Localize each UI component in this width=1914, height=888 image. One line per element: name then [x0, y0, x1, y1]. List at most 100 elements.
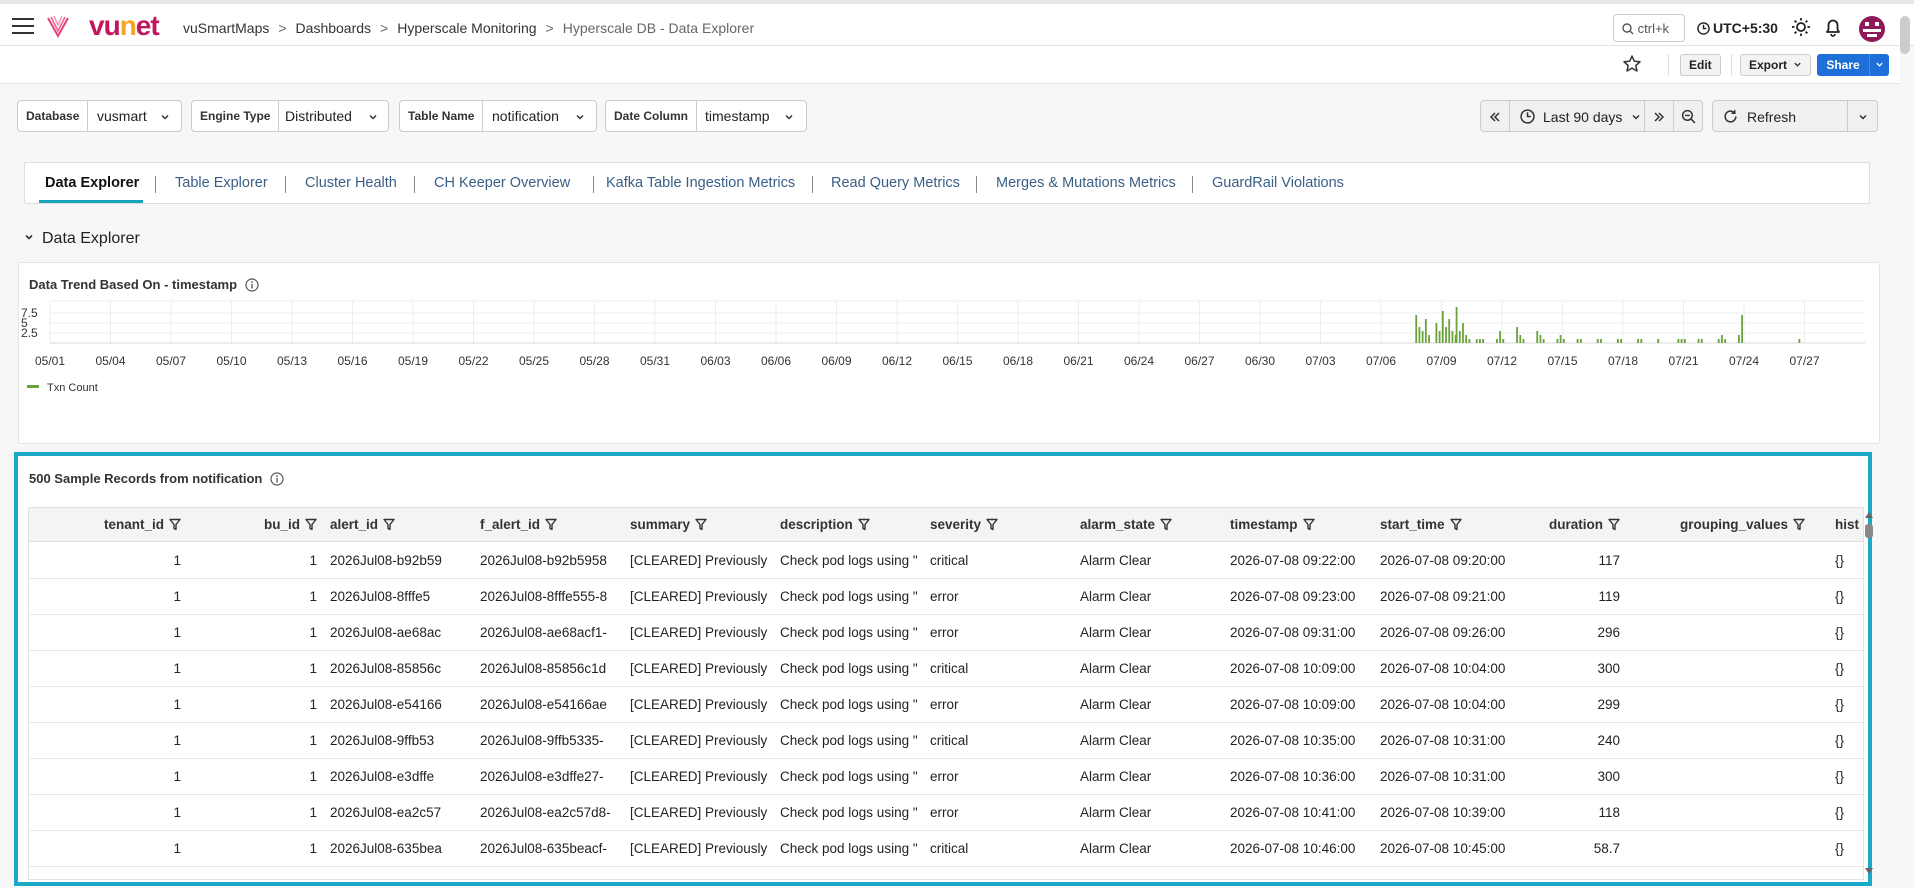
- tab-kafka-table-ingestion-metrics[interactable]: Kafka Table Ingestion Metrics: [606, 175, 795, 191]
- export-button[interactable]: Export: [1740, 54, 1812, 76]
- column-header-grouping-values[interactable]: grouping_values: [1680, 508, 1805, 542]
- bar: [1657, 339, 1660, 343]
- x-tick-label: 05/25: [519, 354, 549, 368]
- zoom-out-button[interactable]: [1673, 100, 1703, 132]
- vunet-logo[interactable]: vunet: [89, 10, 160, 42]
- time-shift-back-button[interactable]: [1480, 100, 1510, 132]
- cell-grouping-values: [1680, 687, 1828, 723]
- column-header-tenant-id[interactable]: tenant_id: [55, 508, 181, 542]
- table-header-row: tenant_id bu_id alert_id f_alert_id summary d…: [29, 508, 1863, 542]
- tab-ch-keeper-overview[interactable]: CH Keeper Overview: [434, 175, 570, 191]
- table-row[interactable]: 1 1 2026Jul08-85856c 2026Jul08-85856c1d [CLE…: [29, 651, 1863, 687]
- table-row[interactable]: 1 1 2026Jul08-ae68ac 2026Jul08-ae68acf1- [CL…: [29, 615, 1863, 651]
- time-shift-forward-button[interactable]: [1644, 100, 1674, 132]
- column-header-alert-id[interactable]: alert_id: [330, 508, 395, 542]
- table-scrollbar[interactable]: [1864, 508, 1874, 880]
- filter-icon[interactable]: [1793, 518, 1805, 531]
- tab-table-explorer[interactable]: Table Explorer: [175, 175, 268, 191]
- info-icon[interactable]: [270, 472, 284, 486]
- filter-icon[interactable]: [1160, 518, 1172, 531]
- column-header-severity[interactable]: severity: [930, 508, 998, 542]
- cell-bu-id: 1: [309, 697, 317, 712]
- favorite-star-icon[interactable]: [1622, 54, 1642, 74]
- table-row[interactable]: 11 2026Jul08-216f6b 2026Jul08-216f6b6f [CLE…: [29, 867, 1863, 879]
- filter-icon[interactable]: [986, 518, 998, 531]
- share-button[interactable]: Share: [1817, 54, 1889, 76]
- table-row[interactable]: 1 1 2026Jul08-e3dffe 2026Jul08-e3dffe27- [CL…: [29, 759, 1863, 795]
- tab-divider: [1192, 176, 1193, 193]
- tab-read-query-metrics[interactable]: Read Query Metrics: [831, 175, 960, 191]
- theme-toggle-icon[interactable]: [1791, 17, 1811, 37]
- table-row[interactable]: 1 1 2026Jul08-e54166 2026Jul08-e54166ae [CLE…: [29, 687, 1863, 723]
- tab-merges-mutations-metrics[interactable]: Merges & Mutations Metrics: [996, 175, 1176, 191]
- edit-button[interactable]: Edit: [1680, 54, 1721, 76]
- cell-grouping-values: [1680, 795, 1828, 831]
- column-header-description[interactable]: description: [780, 508, 870, 542]
- bar: [1697, 339, 1700, 343]
- bar: [1462, 323, 1464, 343]
- breadcrumb-dashboards[interactable]: Dashboards: [296, 20, 372, 36]
- column-header-hist[interactable]: hist: [1835, 508, 1859, 542]
- engine-type-filter[interactable]: Engine Type Distributed: [191, 100, 389, 132]
- tab-guardrail-violations[interactable]: GuardRail Violations: [1212, 175, 1344, 191]
- time-range-picker[interactable]: Last 90 days: [1509, 100, 1645, 132]
- refresh-interval-dropdown[interactable]: [1847, 100, 1878, 132]
- tab-data-explorer[interactable]: Data Explorer: [45, 175, 139, 191]
- filter-icon[interactable]: [169, 518, 181, 531]
- table-row[interactable]: 1 1 2026Jul08-ea2c57 2026Jul08-ea2c57d8- [CL…: [29, 795, 1863, 831]
- notifications-bell-icon[interactable]: [1823, 17, 1843, 37]
- column-header-start-time[interactable]: start_time: [1380, 508, 1462, 542]
- cell-alarm-state: Alarm Clear: [1080, 733, 1152, 748]
- x-tick-label: 06/03: [700, 354, 730, 368]
- tab-cluster-health[interactable]: Cluster Health: [305, 175, 397, 191]
- filter-icon[interactable]: [383, 518, 395, 531]
- breadcrumb-current: Hyperscale DB - Data Explorer: [562, 20, 755, 36]
- x-tick-label: 05/10: [216, 354, 246, 368]
- filter-icon[interactable]: [305, 518, 317, 531]
- cell-timestamp: 2026-07-08 09:23:00: [1230, 589, 1356, 604]
- filter-icon[interactable]: [545, 518, 557, 531]
- breadcrumb-hyperscale-monitoring[interactable]: Hyperscale Monitoring: [397, 20, 536, 36]
- filter-icon[interactable]: [695, 518, 707, 531]
- share-dropdown-toggle[interactable]: [1869, 54, 1889, 76]
- cell-summary: [CLEARED] Previously: [630, 841, 768, 856]
- cell-tenant-id: 1: [173, 553, 181, 568]
- cell-timestamp: 2026-07-08 10:41:00: [1230, 805, 1356, 820]
- cell-duration: 296: [1597, 625, 1620, 640]
- database-filter[interactable]: Database vusmart: [17, 100, 182, 132]
- column-header-f-alert-id[interactable]: f_alert_id: [480, 508, 557, 542]
- cell-bu-id: 1: [309, 661, 317, 676]
- filter-icon[interactable]: [858, 518, 870, 531]
- table-row[interactable]: 1 1 2026Jul08-b92b59 2026Jul08-b92b5958 [CLE…: [29, 543, 1863, 579]
- section-header[interactable]: Data Explorer: [24, 230, 140, 248]
- filter-icon[interactable]: [1449, 518, 1462, 531]
- user-avatar[interactable]: [1859, 16, 1885, 42]
- x-tick-label: 05/28: [579, 354, 609, 368]
- date-column-filter[interactable]: Date Column timestamp: [605, 100, 807, 132]
- table-row[interactable]: 1 1 2026Jul08-8fffe5 2026Jul08-8fffe555-8 [C…: [29, 579, 1863, 615]
- column-header-bu-id[interactable]: bu_id: [189, 508, 317, 542]
- chevron-down-icon: [1859, 114, 1867, 120]
- cell-alarm-state: Alarm Clear: [1080, 841, 1152, 856]
- column-header-summary[interactable]: summary: [630, 508, 707, 542]
- timezone-selector[interactable]: UTC+5:30: [1697, 20, 1778, 36]
- cell-f-alert-id: 2026Jul08-ea2c57d8-: [480, 805, 611, 820]
- breadcrumb-vusmartmaps[interactable]: vuSmartMaps: [183, 20, 269, 36]
- time-range-label: Last 90 days: [1543, 109, 1623, 125]
- export-label: Export: [1749, 58, 1788, 72]
- cell-alert-id: 2026Jul08-e3dffe: [330, 769, 435, 784]
- table-name-filter[interactable]: Table Name notification: [399, 100, 597, 132]
- column-header-alarm-state[interactable]: alarm_state: [1080, 508, 1172, 542]
- column-header-timestamp[interactable]: timestamp: [1230, 508, 1315, 542]
- cell-hist: {}: [1835, 733, 1845, 748]
- table-row[interactable]: 1 1 2026Jul08-635bea 2026Jul08-635beacf- [CL…: [29, 831, 1863, 867]
- bar: [1448, 319, 1451, 343]
- filter-icon[interactable]: [1608, 518, 1620, 531]
- table-row[interactable]: 1 1 2026Jul08-9ffb53 2026Jul08-9ffb5335- [CL…: [29, 723, 1863, 759]
- filter-icon[interactable]: [1302, 518, 1315, 531]
- refresh-button[interactable]: Refresh: [1712, 100, 1848, 132]
- page-scrollbar[interactable]: [1900, 16, 1910, 54]
- search-button[interactable]: ctrl+k: [1613, 14, 1685, 42]
- menu-icon[interactable]: [12, 18, 34, 34]
- column-header-duration[interactable]: duration: [1494, 508, 1620, 542]
